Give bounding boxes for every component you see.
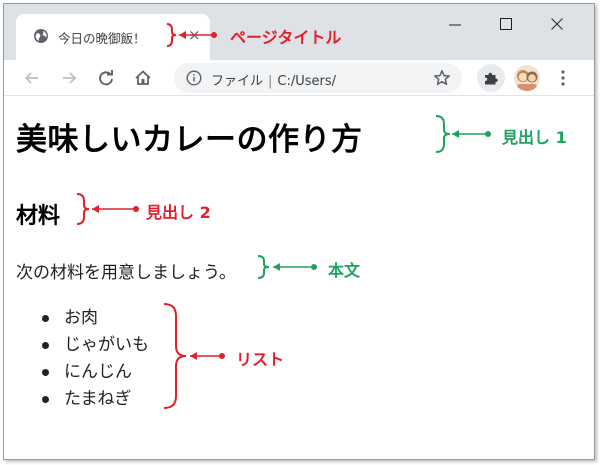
list-arrowhead [190, 352, 197, 360]
body-text-dot [311, 264, 317, 270]
body-text-brace [257, 255, 270, 279]
heading2-arrowhead [92, 205, 99, 213]
heading2-brace [76, 193, 90, 225]
list-brace [163, 303, 187, 409]
annotation-heading1: 見出し 1 [502, 128, 567, 147]
heading1-arrowhead [452, 130, 459, 138]
annotation-list: リスト [236, 350, 285, 369]
heading2-dot [133, 206, 139, 212]
browser-window: 今日の晩御飯！ × ファイル | C:/Users/ 美味しいカレーの作り方 材… [3, 3, 595, 460]
annotation-body-text: 本文 [328, 261, 361, 280]
page-title-brace [166, 23, 177, 47]
annotation-heading2: 見出し 2 [146, 203, 211, 222]
annotation-overlay [76, 23, 491, 409]
annotation-page-title: ページタイトル [230, 28, 342, 47]
heading1-brace [435, 115, 451, 153]
body-text-arrowhead [273, 263, 280, 271]
page-title-arrowhead [179, 31, 186, 39]
list-dot [219, 353, 225, 359]
heading1-dot [485, 131, 491, 137]
page-title-dot [211, 32, 217, 38]
